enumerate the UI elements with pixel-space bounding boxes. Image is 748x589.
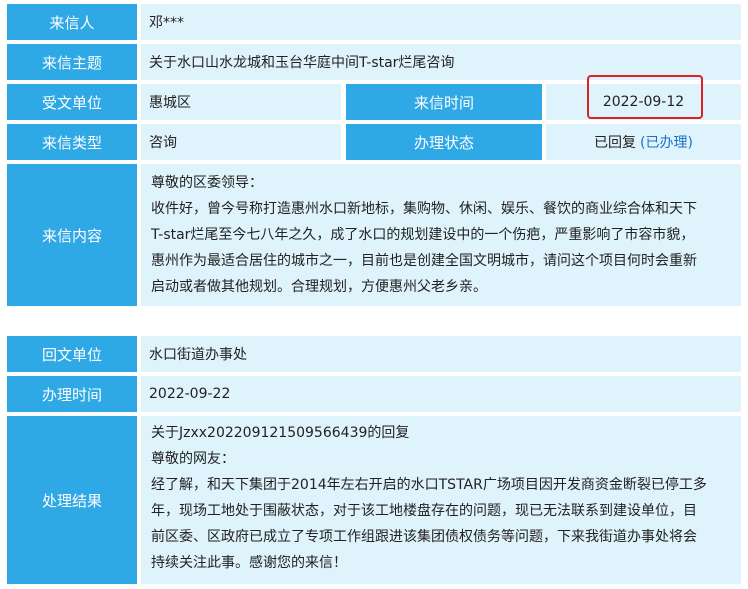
time-highlight-box (587, 75, 703, 119)
status-value-cell: 已回复 (已办理) (546, 124, 741, 160)
content-line: 尊敬的区委领导： (151, 175, 263, 191)
result-label: 处理结果 (7, 416, 137, 584)
status-link[interactable]: (已办理) (640, 132, 693, 152)
content-line: 收件好，曾今号称打造惠州水口新地标，集购物、休闲、娱乐、餐饮的商业综合体和天下 (151, 201, 697, 217)
content-line: 启动或者做其他规划。合理规划，方便惠州父老乡亲。 (151, 279, 487, 295)
sender-label: 来信人 (7, 4, 137, 40)
reply-time-label: 办理时间 (7, 376, 137, 412)
reply-time-value: 2022-09-22 (141, 376, 741, 412)
dept-value: 惠城区 (141, 84, 341, 120)
reply-unit-value: 水口街道办事处 (141, 336, 741, 372)
subject-label: 来信主题 (7, 44, 137, 80)
reply-unit-label: 回文单位 (7, 336, 137, 372)
result-line: 尊敬的网友： (151, 451, 235, 467)
type-value: 咨询 (141, 124, 341, 160)
content-line: 惠州作为最适合居住的城市之一，目前也是创建全国文明城市，请问这个项目何时会重新 (151, 253, 697, 269)
dept-label: 受文单位 (7, 84, 137, 120)
result-line: 关于Jzxx20220912150956​6439的回复 (151, 425, 410, 441)
status-label: 办理状态 (346, 124, 542, 160)
content-label: 来信内容 (7, 164, 137, 306)
status-text: 已回复 (594, 135, 637, 151)
result-line: 年，现场工地处于围蔽状态，对于该工地楼盘存在的问题，现已无法联系到建设单位，目 (151, 503, 697, 519)
result-line: 持续关注此事。感谢您的来信！ (151, 555, 347, 571)
result-line: 经了解，和天下集团于2014年左右开启的水口TSTAR广场项目因开发商资金断裂已… (151, 477, 707, 493)
content-line: T-star烂尾至今七八年之久，成了水口的规划建设中的一个伤疤，严重影响了市容市… (151, 227, 695, 243)
type-label: 来信类型 (7, 124, 137, 160)
result-body: 关于Jzxx20220912150956​6439的回复 尊敬的网友： 经了解，… (141, 416, 741, 584)
sender-value: 邓*** (141, 4, 741, 40)
letter-time-label: 来信时间 (346, 84, 542, 120)
content-body: 尊敬的区委领导： 收件好，曾今号称打造惠州水口新地标，集购物、休闲、娱乐、餐饮的… (141, 164, 741, 306)
result-line: 前区委、区政府已成立了专项工作组跟进该集团债权债务等问题，下来我街道办事处将会 (151, 529, 697, 545)
